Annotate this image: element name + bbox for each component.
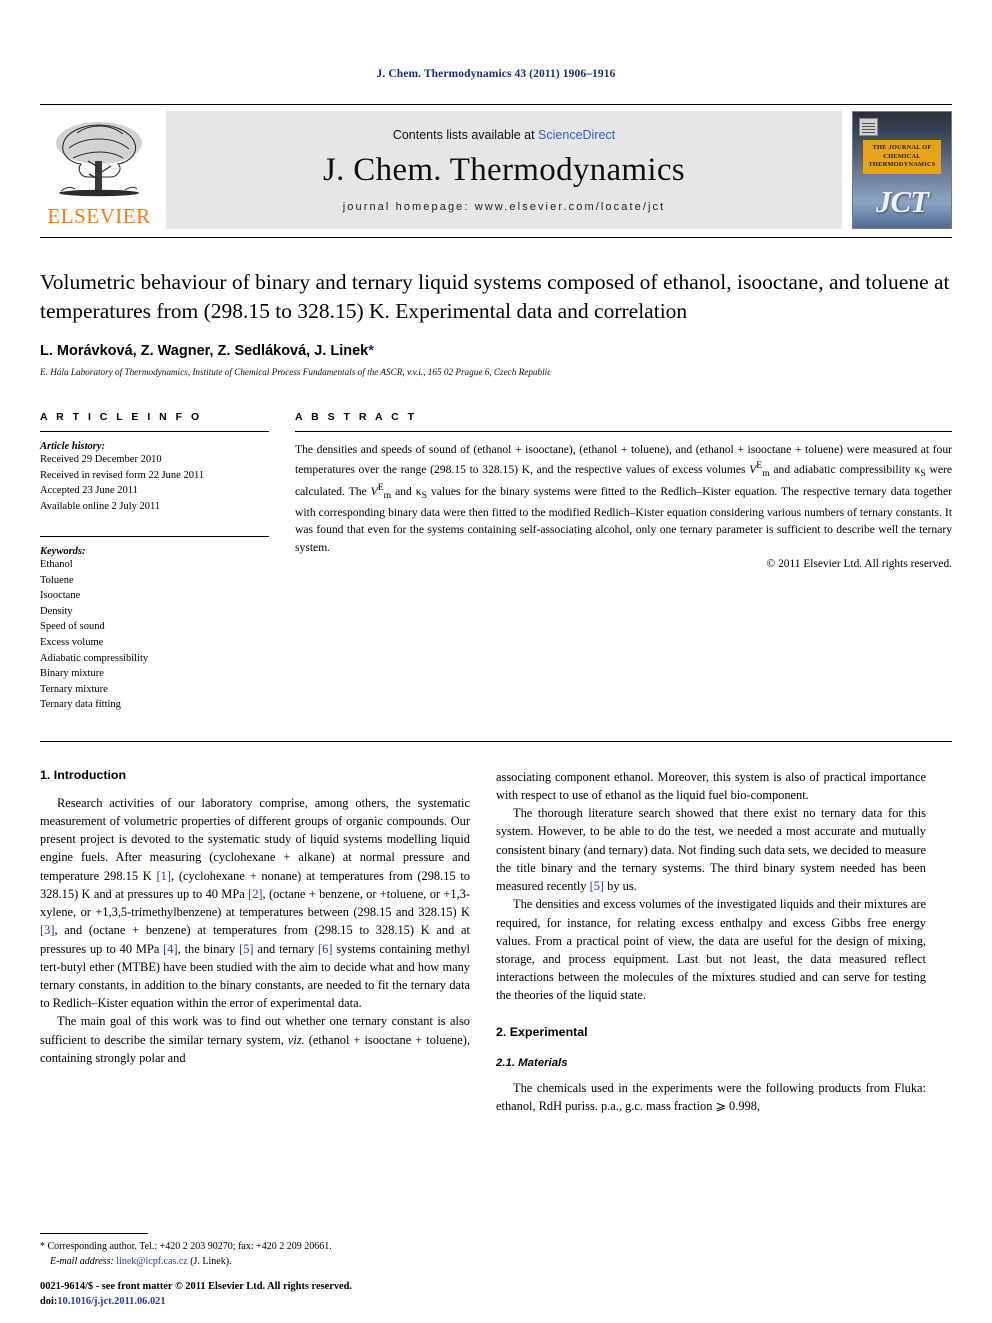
corresponding-author-footnote: * Corresponding author. Tel.: +420 2 203… bbox=[40, 1239, 470, 1269]
section-heading-experimental: 2. Experimental bbox=[496, 1024, 588, 1039]
subsection-heading-materials: 2.1. Materials bbox=[496, 1056, 568, 1069]
abstract-text: The densities and speeds of sound of (et… bbox=[295, 441, 952, 556]
history-item: Received in revised form 22 June 2011 bbox=[40, 469, 205, 481]
keywords-rule bbox=[40, 536, 269, 538]
abstract-label: A B S T R A C T bbox=[295, 411, 417, 424]
body-top-rule bbox=[40, 740, 952, 742]
keyword-item: Speed of sound bbox=[40, 621, 105, 633]
keyword-item: Isooctane bbox=[40, 590, 81, 602]
keyword-item: Adiabatic compressibility bbox=[40, 652, 149, 664]
intro-p1-f: and ternary bbox=[253, 941, 319, 956]
masthead-center: Contents lists available at ScienceDirec… bbox=[166, 111, 842, 229]
keyword-item: Excess volume bbox=[40, 636, 104, 648]
page-title: Volumetric behaviour of binary and terna… bbox=[40, 270, 950, 323]
keyword-item: Ternary mixture bbox=[40, 683, 108, 695]
section-heading-introduction: 1. Introduction bbox=[40, 767, 127, 782]
history-item: Available online 2 July 2011 bbox=[40, 500, 161, 512]
body-columns: 1. Introduction Research activities of o… bbox=[40, 768, 952, 1116]
history-item: Received 29 December 2010 bbox=[40, 454, 162, 466]
intro-p4-b: by us. bbox=[604, 879, 637, 894]
info-abstract-row: A R T I C L E I N F O Article history: R… bbox=[40, 411, 952, 712]
intro-p1-e: , the binary bbox=[177, 941, 240, 956]
abstract-part-4: and bbox=[391, 485, 416, 499]
article-info-column: A R T I C L E I N F O Article history: R… bbox=[40, 411, 295, 712]
abstract-part-2: and adiabatic compressibility bbox=[769, 462, 915, 476]
body-column-left: 1. Introduction Research activities of o… bbox=[40, 768, 470, 1116]
author-names: L. Morávková, Z. Wagner, Z. Sedláková, J… bbox=[40, 343, 369, 360]
doi-label: doi: bbox=[40, 1295, 58, 1307]
intro-paragraph-3: associating component ethanol. Moreover,… bbox=[496, 769, 926, 802]
cover-title-text: THE JOURNAL OF CHEMICAL THERMODYNAMICS bbox=[863, 140, 941, 174]
contents-available-line: Contents lists available at ScienceDirec… bbox=[393, 128, 615, 142]
author-list: L. Morávková, Z. Wagner, Z. Sedláková, J… bbox=[40, 343, 952, 359]
body-column-right: associating component ethanol. Moreover,… bbox=[496, 768, 926, 1116]
journal-title: J. Chem. Thermodynamics bbox=[323, 151, 685, 188]
keyword-item: Toluene bbox=[40, 574, 74, 586]
keyword-item: Ethanol bbox=[40, 559, 73, 571]
contents-available-text: Contents lists available at bbox=[392, 127, 539, 142]
article-history-title: Article history: bbox=[40, 441, 106, 453]
elsevier-wordmark: ELSEVIER bbox=[47, 204, 151, 228]
intro-paragraph-2: The main goal of this work was to find o… bbox=[40, 1012, 470, 1067]
sciencedirect-link[interactable]: ScienceDirect bbox=[538, 128, 615, 142]
intro-p4-a: The thorough literature search showed th… bbox=[496, 806, 926, 894]
elsevier-tree-icon bbox=[56, 122, 142, 197]
intro-viz: viz. bbox=[287, 1032, 305, 1047]
citation-5b[interactable]: [5] bbox=[590, 879, 604, 893]
article-info-rule bbox=[40, 431, 269, 433]
email-address-label: E-mail address: bbox=[50, 1256, 114, 1267]
keywords-block: Keywords: Ethanol Toluene Isooctane Dens… bbox=[40, 536, 269, 712]
keyword-item: Density bbox=[40, 605, 73, 617]
keyword-item: Binary mixture bbox=[40, 668, 104, 680]
citation-5[interactable]: [5] bbox=[239, 942, 253, 956]
doi-link[interactable]: 10.1016/j.jct.2011.06.021 bbox=[57, 1296, 165, 1307]
elsevier-logo: ELSEVIER bbox=[40, 111, 158, 229]
article-page: J. Chem. Thermodynamics 43 (2011) 1906–1… bbox=[0, 0, 992, 1323]
citation-2[interactable]: [2] bbox=[248, 887, 262, 901]
citation-1[interactable]: [1] bbox=[157, 869, 171, 883]
journal-masthead: ELSEVIER Contents lists available at Sci… bbox=[40, 111, 952, 229]
abstract-rule bbox=[295, 431, 952, 433]
issn-copyright-line: 0021-9614/$ - see front matter © 2011 El… bbox=[40, 1280, 353, 1292]
cover-acronym: JCT bbox=[875, 184, 929, 219]
footnote-corresponding-text: Corresponding author. Tel.: +420 2 203 9… bbox=[45, 1241, 332, 1252]
email-link[interactable]: linek@icpf.cas.cz bbox=[116, 1256, 187, 1267]
cover-mini-icon bbox=[859, 118, 878, 136]
masthead-bottom-rule bbox=[40, 237, 952, 238]
symbol-excess-volume-2: V bbox=[370, 485, 378, 499]
keywords-title: Keywords: bbox=[40, 546, 86, 558]
footnote-rule bbox=[40, 1233, 148, 1234]
intro-paragraph-1: Research activities of our laboratory co… bbox=[40, 794, 470, 1013]
running-head: J. Chem. Thermodynamics 43 (2011) 1906–1… bbox=[376, 68, 616, 80]
symbol-excess-volume-sub: m bbox=[762, 467, 770, 479]
page-footer: 0021-9614/$ - see front matter © 2011 El… bbox=[40, 1279, 560, 1309]
article-info-label: A R T I C L E I N F O bbox=[40, 411, 203, 424]
citation-6[interactable]: [6] bbox=[318, 942, 332, 956]
journal-homepage-link[interactable]: journal homepage: www.elsevier.com/locat… bbox=[343, 201, 666, 213]
corresponding-author-marker[interactable]: * bbox=[368, 343, 374, 359]
intro-paragraph-5: The densities and excess volumes of the … bbox=[496, 897, 926, 1003]
journal-cover-thumbnail[interactable]: THE JOURNAL OF CHEMICAL THERMODYNAMICS J… bbox=[852, 111, 952, 229]
citation-3[interactable]: [3] bbox=[40, 923, 54, 937]
intro-paragraph-4: The thorough literature search showed th… bbox=[496, 804, 926, 895]
email-owner: (J. Linek). bbox=[187, 1256, 232, 1267]
materials-paragraph-1: The chemicals used in the experiments we… bbox=[496, 1080, 926, 1113]
footnote-block: * Corresponding author. Tel.: +420 2 203… bbox=[40, 1233, 470, 1269]
masthead-top-rule bbox=[40, 104, 952, 105]
keyword-item: Ternary data fitting bbox=[40, 699, 121, 711]
affiliation: E. Hála Laboratory of Thermodynamics, In… bbox=[40, 367, 552, 378]
abstract-copyright: © 2011 Elsevier Ltd. All rights reserved… bbox=[766, 558, 952, 571]
citation-4[interactable]: [4] bbox=[163, 942, 177, 956]
history-item: Accepted 23 June 2011 bbox=[40, 485, 138, 497]
doi-line: doi:10.1016/j.jct.2011.06.021 bbox=[40, 1294, 560, 1309]
symbol-excess-volume-2-sub: m bbox=[383, 490, 392, 502]
abstract-column: A B S T R A C T The densities and speeds… bbox=[295, 411, 952, 712]
